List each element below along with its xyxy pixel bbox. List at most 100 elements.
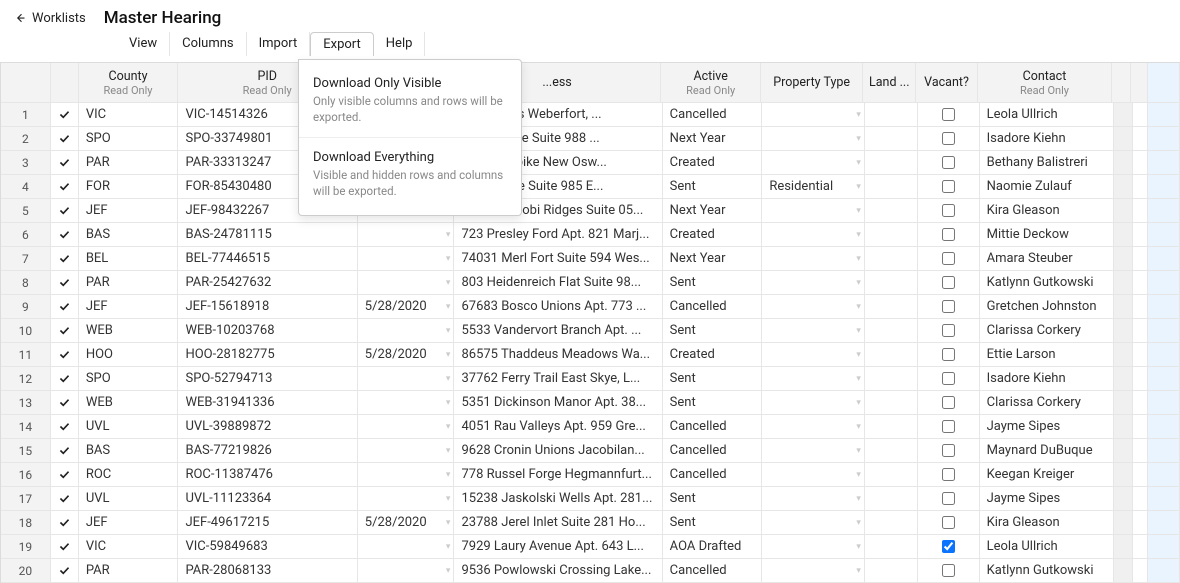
row-anchor[interactable] [51, 271, 79, 294]
cell-vacant[interactable] [918, 175, 980, 198]
row-anchor[interactable] [51, 439, 79, 462]
cell-vacant[interactable] [918, 367, 980, 390]
cell-land[interactable] [865, 247, 918, 270]
row-anchor[interactable] [51, 391, 79, 414]
cell-property-type[interactable]: ▾ [762, 367, 865, 390]
cell-property-type[interactable]: ▾ [762, 439, 865, 462]
col-contact[interactable]: ContactRead Only [978, 63, 1112, 102]
menu-help[interactable]: Help [374, 32, 426, 56]
col-land[interactable]: Land ... [863, 63, 916, 102]
cell-vacant[interactable] [918, 151, 980, 174]
cell-land[interactable] [865, 319, 918, 342]
cell-land[interactable] [865, 439, 918, 462]
vacant-checkbox[interactable] [942, 492, 955, 505]
cell-land[interactable] [865, 103, 918, 126]
cell-county[interactable]: BAS [79, 439, 179, 462]
cell-county[interactable]: BAS [79, 223, 179, 246]
chevron-down-icon[interactable]: ▾ [856, 350, 861, 360]
cell-county[interactable]: JEF [79, 199, 179, 222]
cell-active[interactable]: Cancelled [663, 559, 763, 582]
cell-county[interactable]: ROC [79, 463, 179, 486]
col-ptype[interactable]: Property Type [761, 63, 863, 102]
cell-vacant[interactable] [918, 463, 980, 486]
col-active[interactable]: ActiveRead Only [661, 63, 760, 102]
cell-active[interactable]: Sent [663, 367, 763, 390]
cell-property-type[interactable]: ▾ [762, 247, 865, 270]
cell-address[interactable]: 7929 Laury Avenue Apt. 643 L... [454, 535, 662, 558]
row-anchor[interactable] [51, 103, 79, 126]
vacant-checkbox[interactable] [942, 516, 955, 529]
cell-address[interactable]: 67683 Bosco Unions Apt. 773 ... [454, 295, 662, 318]
chevron-down-icon[interactable]: ▾ [446, 470, 451, 480]
cell-contact[interactable]: Naomie Zulauf [980, 175, 1115, 198]
cell-property-type[interactable]: ▾ [762, 391, 865, 414]
cell-vacant[interactable] [918, 271, 980, 294]
cell-address[interactable]: 723 Presley Ford Apt. 821 Marj... [454, 223, 662, 246]
cell-land[interactable] [865, 199, 918, 222]
cell-pid[interactable]: JEF-49617215 [178, 511, 357, 534]
chevron-down-icon[interactable]: ▾ [446, 302, 451, 312]
cell-pid[interactable]: BAS-77219826 [178, 439, 357, 462]
chevron-down-icon[interactable]: ▾ [856, 158, 861, 168]
cell-land[interactable] [865, 151, 918, 174]
cell-date[interactable]: 5/28/2020▾ [358, 511, 455, 534]
cell-date[interactable]: ▾ [358, 319, 455, 342]
chevron-down-icon[interactable]: ▾ [856, 326, 861, 336]
cell-property-type[interactable]: ▾ [762, 559, 865, 582]
cell-pid[interactable]: BAS-24781115 [178, 223, 357, 246]
cell-active[interactable]: Sent [663, 175, 763, 198]
cell-county[interactable]: PAR [79, 271, 179, 294]
vacant-checkbox[interactable] [942, 108, 955, 121]
col-county[interactable]: CountyRead Only [79, 63, 178, 102]
cell-land[interactable] [865, 127, 918, 150]
cell-land[interactable] [865, 463, 918, 486]
cell-pid[interactable]: JEF-15618918 [178, 295, 357, 318]
cell-county[interactable]: UVL [79, 487, 179, 510]
cell-active[interactable]: Cancelled [663, 439, 763, 462]
chevron-down-icon[interactable]: ▾ [856, 518, 861, 528]
cell-active[interactable]: Cancelled [663, 103, 763, 126]
cell-active[interactable]: Cancelled [663, 415, 763, 438]
cell-date[interactable]: 5/28/2020▾ [358, 295, 455, 318]
cell-land[interactable] [865, 175, 918, 198]
cell-contact[interactable]: Clarissa Corkery [980, 319, 1115, 342]
vacant-checkbox[interactable] [942, 204, 955, 217]
vacant-checkbox[interactable] [942, 444, 955, 457]
menu-export[interactable]: Export [310, 32, 374, 56]
cell-county[interactable]: JEF [79, 295, 179, 318]
cell-property-type[interactable]: ▾ [762, 511, 865, 534]
vacant-checkbox[interactable] [942, 324, 955, 337]
cell-pid[interactable]: ROC-11387476 [178, 463, 357, 486]
cell-property-type[interactable]: ▾ [762, 487, 865, 510]
cell-date[interactable]: ▾ [358, 367, 455, 390]
cell-vacant[interactable] [918, 199, 980, 222]
vacant-checkbox[interactable] [942, 564, 955, 577]
chevron-down-icon[interactable]: ▾ [856, 278, 861, 288]
cell-address[interactable]: 803 Heidenreich Flat Suite 98... [454, 271, 662, 294]
cell-active[interactable]: Sent [663, 319, 763, 342]
cell-property-type[interactable]: ▾ [762, 319, 865, 342]
cell-county[interactable]: PAR [79, 559, 179, 582]
cell-date[interactable]: ▾ [358, 415, 455, 438]
chevron-down-icon[interactable]: ▾ [446, 398, 451, 408]
chevron-down-icon[interactable]: ▾ [446, 278, 451, 288]
cell-contact[interactable]: Katlynn Gutkowski [980, 271, 1115, 294]
cell-vacant[interactable] [918, 439, 980, 462]
cell-date[interactable]: ▾ [358, 463, 455, 486]
cell-contact[interactable]: Jayme Sipes [980, 415, 1115, 438]
cell-active[interactable]: Next Year [663, 247, 763, 270]
cell-address[interactable]: 4051 Rau Valleys Apt. 959 Gre... [454, 415, 662, 438]
cell-pid[interactable]: WEB-31941336 [178, 391, 357, 414]
cell-vacant[interactable] [918, 343, 980, 366]
vacant-checkbox[interactable] [942, 156, 955, 169]
cell-address[interactable]: 9536 Powlowski Crossing Lake... [454, 559, 662, 582]
cell-county[interactable]: SPO [79, 367, 179, 390]
cell-land[interactable] [865, 559, 918, 582]
cell-county[interactable]: SPO [79, 127, 179, 150]
chevron-down-icon[interactable]: ▾ [446, 566, 451, 576]
cell-date[interactable]: ▾ [358, 391, 455, 414]
cell-address[interactable]: 15238 Jaskolski Wells Apt. 281... [454, 487, 662, 510]
row-anchor[interactable] [51, 367, 79, 390]
cell-property-type[interactable]: ▾ [762, 271, 865, 294]
vacant-checkbox[interactable] [942, 276, 955, 289]
